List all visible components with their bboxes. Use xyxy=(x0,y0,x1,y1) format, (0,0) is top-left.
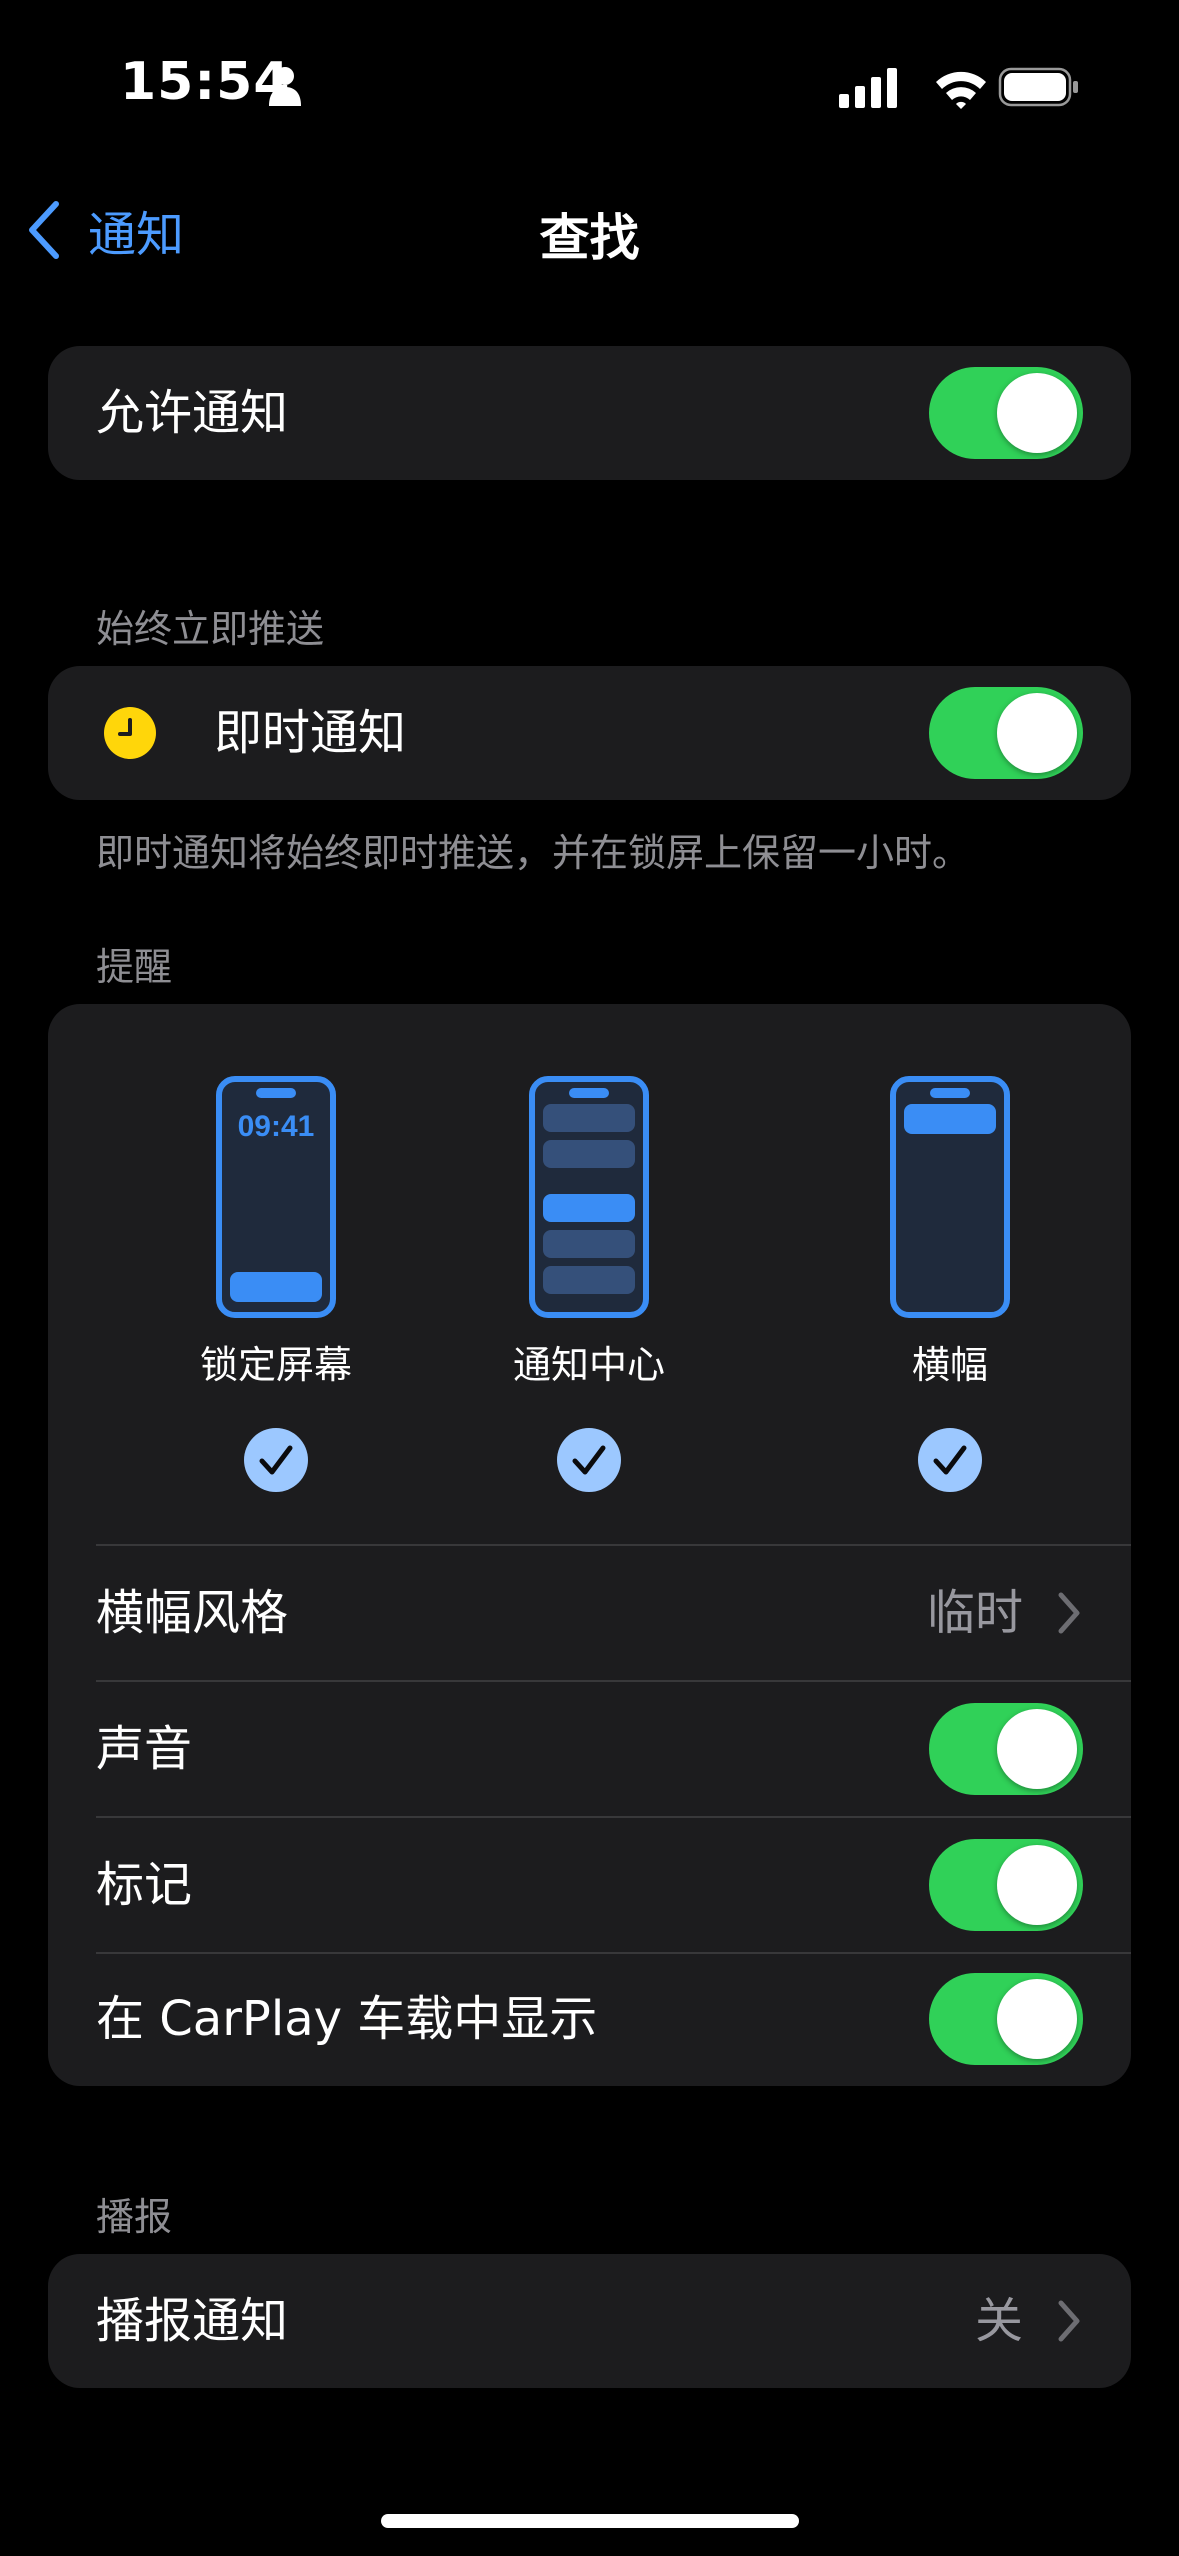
banners-preview-icon xyxy=(890,1076,1010,1318)
toggle-knob xyxy=(997,693,1077,773)
carplay-row: 在 CarPlay 车载中显示 xyxy=(48,1952,1131,2086)
announce-header: 播报 xyxy=(96,2195,173,2239)
signal-icon xyxy=(839,68,897,108)
checkmark-circle-icon xyxy=(244,1428,308,1492)
badges-row: 标记 xyxy=(48,1818,1131,1952)
alert-option-lock-screen[interactable]: 09:41 锁定屏幕 xyxy=(156,1004,396,1544)
clock-icon xyxy=(104,707,156,759)
toggle-knob xyxy=(997,1979,1077,2059)
announce-notifications-label: 播报通知 xyxy=(96,2293,289,2349)
allow-notifications-label: 允许通知 xyxy=(96,385,289,441)
person-icon xyxy=(269,67,301,106)
alerts-header: 提醒 xyxy=(96,945,173,989)
status-icons xyxy=(839,67,1078,109)
alert-option-label: 锁定屏幕 xyxy=(199,1343,352,1387)
alert-option-label: 通知中心 xyxy=(512,1343,665,1387)
banner-style-row[interactable]: 横幅风格 临时 xyxy=(48,1546,1131,1680)
home-indicator[interactable] xyxy=(381,2514,799,2528)
announce-group: 播报通知 关 xyxy=(48,2254,1131,2388)
allow-notifications-group: 允许通知 xyxy=(48,346,1131,480)
badges-toggle[interactable] xyxy=(929,1839,1083,1931)
navigation-bar: 通知 查找 xyxy=(0,180,1179,280)
notification-center-preview-icon xyxy=(529,1076,649,1318)
alert-option-label: 横幅 xyxy=(911,1343,988,1387)
alert-option-notification-center[interactable]: 通知中心 xyxy=(469,1004,709,1544)
lock-screen-preview-time: 09:41 xyxy=(238,1110,315,1143)
carplay-toggle[interactable] xyxy=(929,1973,1083,2065)
time-sensitive-toggle[interactable] xyxy=(929,687,1083,779)
banner-style-label: 横幅风格 xyxy=(96,1585,289,1641)
time-sensitive-group: 即时通知 xyxy=(48,666,1131,800)
checkmark-circle-icon xyxy=(557,1428,621,1492)
page-title: 查找 xyxy=(539,209,640,267)
time-sensitive-label: 即时通知 xyxy=(214,705,407,761)
toggle-knob xyxy=(997,373,1077,453)
toggle-knob xyxy=(997,1709,1077,1789)
alert-option-banners[interactable]: 横幅 xyxy=(830,1004,1070,1544)
allow-notifications-toggle[interactable] xyxy=(929,367,1083,459)
status-time: 15:54 xyxy=(120,52,291,112)
announce-notifications-row[interactable]: 播报通知 关 xyxy=(48,2254,1131,2388)
toggle-knob xyxy=(997,1845,1077,1925)
sounds-label: 声音 xyxy=(96,1721,193,1777)
status-bar: 15:54 xyxy=(0,0,1179,170)
carplay-label: 在 CarPlay 车载中显示 xyxy=(96,1991,598,2047)
checkmark-circle-icon xyxy=(918,1428,982,1492)
wifi-icon xyxy=(936,71,986,109)
badges-label: 标记 xyxy=(96,1857,193,1913)
battery-icon xyxy=(998,67,1078,107)
always-deliver-header: 始终立即推送 xyxy=(96,607,325,651)
time-sensitive-footer: 即时通知将始终即时推送，并在锁屏上保留一小时。 xyxy=(96,831,971,875)
lock-screen-preview-icon: 09:41 xyxy=(216,1076,336,1318)
chevron-right-icon xyxy=(1058,2300,1080,2342)
sounds-toggle[interactable] xyxy=(929,1703,1083,1795)
sounds-row: 声音 xyxy=(48,1682,1131,1816)
banner-style-value: 临时 xyxy=(926,1585,1023,1641)
allow-notifications-row: 允许通知 xyxy=(48,346,1131,480)
announce-notifications-value: 关 xyxy=(974,2293,1023,2349)
time-sensitive-row: 即时通知 xyxy=(48,666,1131,800)
alerts-group: 09:41 锁定屏幕 通知中心 横幅 横幅风格 临时 声音 标记 在 CarPl… xyxy=(48,1004,1131,2086)
chevron-right-icon xyxy=(1058,1592,1080,1634)
